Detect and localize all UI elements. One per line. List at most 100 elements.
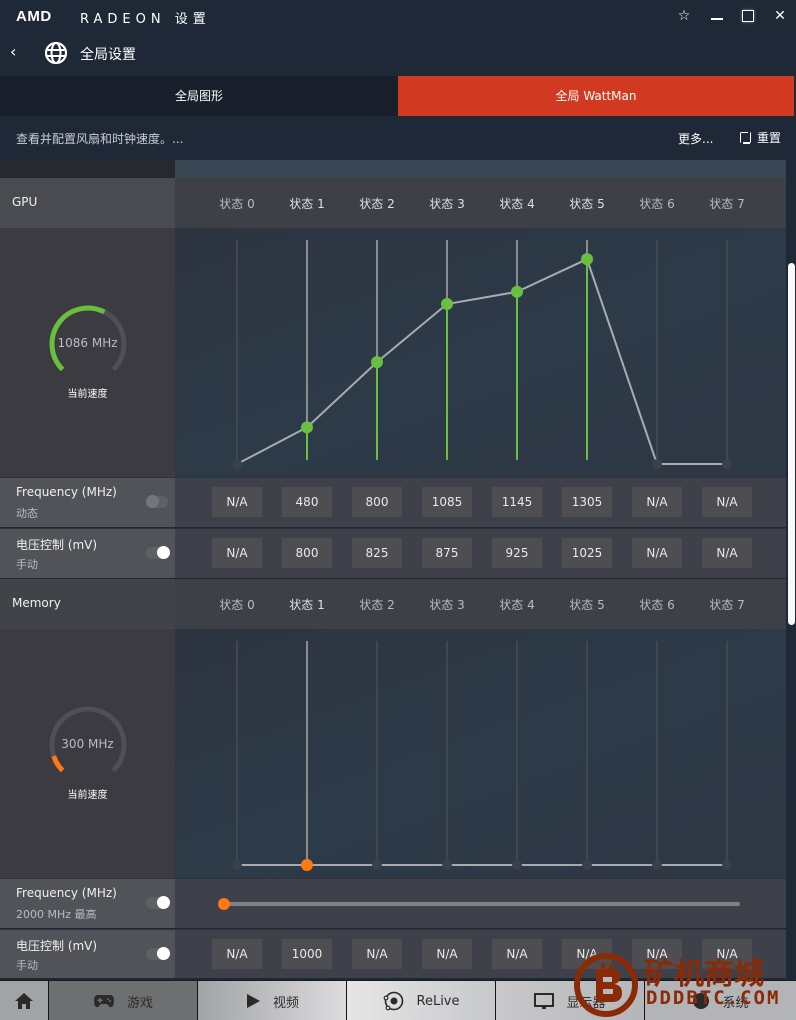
gpu-state-point-1[interactable] [301,421,313,434]
play-icon [246,994,260,1008]
memory-voltage-label: 电压控制 (mV) [16,939,98,953]
memory-voltage-value-cell-6[interactable]: N/A [632,939,682,969]
memory-state-label-3: 状态 3 [429,598,465,612]
gpu-state-point-3[interactable] [441,298,453,311]
memory-state-label-0: 状态 0 [219,598,255,612]
nav-display[interactable]: 显示器 [496,981,645,1020]
gpu-section-title: GPU [12,195,38,209]
gpu-frequency-value-cell-2[interactable]: 800 [352,487,402,517]
memory-voltage-row: 电压控制 (mV) 手动 N/A 1000 N/A N/A N/A N/A N/A N/A [0,929,786,978]
nav-display-label: 显示器 [566,995,606,1011]
gpu-voltage-value-cell-5[interactable]: 1025 [562,538,612,568]
gamepad-icon [93,995,114,1008]
gpu-state-point-5[interactable] [581,253,593,266]
gpu-state-point-4[interactable] [511,285,523,298]
nav-video[interactable]: 视频 [198,981,347,1020]
nav-system[interactable]: 系统 [645,981,796,1020]
memory-state-point-0 [232,860,242,870]
more-link[interactable]: 更多... [678,130,713,147]
memory-state-point-3 [442,860,452,870]
gpu-frequency-value-cell-1[interactable]: 480 [282,487,332,517]
gpu-chart-row: 1086 MHz 当前速度 [0,228,786,477]
home-icon [15,993,33,1009]
nav-relive-label: ReLive [416,993,460,1009]
gpu-voltage-value-cell-0[interactable]: N/A [212,538,262,568]
gpu-state-label-1: 状态 1 [289,197,325,211]
gpu-voltage-toggle[interactable] [146,546,170,559]
close-icon[interactable]: ✕ [770,6,790,26]
wattman-content: GPU 状态 0 状态 1 状态 2 状态 3 状态 4 状态 5 状态 6 状态 7 108… [0,160,786,978]
gpu-frequency-toggle[interactable] [146,495,168,508]
memory-voltage-value-cell-3[interactable]: N/A [422,939,472,969]
tab-global-wattman[interactable]: 全局 WattMan [398,76,794,116]
memory-voltage-toggle[interactable] [146,947,170,960]
gpu-frequency-line [236,257,727,465]
memory-gauge-fill [51,755,65,773]
tab-bar: 全局图形 全局 WattMan [0,76,796,116]
app-title: RADEON 设置 [80,12,211,27]
memory-frequency-mode: 2000 MHz 最高 [16,908,97,921]
gpu-voltage-value-cell-7[interactable]: N/A [702,538,752,568]
memory-state-label-7: 状态 7 [709,598,745,612]
gpu-header-row: GPU 状态 0 状态 1 状态 2 状态 3 状态 4 状态 5 状态 6 状态 7 [0,178,786,228]
gpu-voltage-value-cell-2[interactable]: 825 [352,538,402,568]
memory-current-speed: 300 MHz [61,737,114,751]
gpu-frequency-value-cell-5[interactable]: 1305 [562,487,612,517]
memory-state-label-4: 状态 4 [499,598,535,612]
memory-voltage-value-cell-4[interactable]: N/A [492,939,542,969]
gpu-frequency-value-cell-3[interactable]: 1085 [422,487,472,517]
monitor-icon [534,992,555,1009]
gpu-state-point-2[interactable] [371,356,383,369]
memory-state-label-6: 状态 6 [639,598,675,612]
memory-frequency-toggle[interactable] [146,896,170,909]
memory-voltage-value-cell-5[interactable]: N/A [562,939,612,969]
chevron-left-icon[interactable]: ‹ [10,42,16,61]
reset-icon [740,131,751,144]
globe-icon [44,41,68,65]
minimize-icon[interactable] [707,6,727,26]
memory-state-chart [232,641,732,871]
gpu-voltage-value-cell-6[interactable]: N/A [632,538,682,568]
sub-bar: 查看并配置风扇和时钟速度。... 更多... 重置 [0,116,796,160]
memory-state-label-2: 状态 2 [359,598,395,612]
gpu-state-point-0 [232,459,242,469]
page-title: 全局设置 [80,47,136,63]
memory-voltage-value-cell-7[interactable]: N/A [702,939,752,969]
gpu-frequency-value-cell-4[interactable]: 1145 [492,487,542,517]
gpu-frequency-value-cell-7[interactable]: N/A [702,487,752,517]
amd-logo: AMD [16,8,52,25]
gpu-state-chart [232,240,732,469]
gpu-frequency-value-cell-0[interactable]: N/A [212,487,262,517]
gpu-voltage-value-cell-4[interactable]: 925 [492,538,542,568]
gpu-state-label-3: 状态 3 [429,197,465,211]
memory-voltage-value-cell-0[interactable]: N/A [212,939,262,969]
tab-global-graphics[interactable]: 全局图形 [0,76,398,116]
star-icon[interactable]: ☆ [674,6,694,26]
nav-games[interactable]: 游戏 [49,981,198,1020]
memory-state-point-2 [372,860,382,870]
system-icon [693,993,710,1009]
memory-frequency-slider[interactable] [218,898,740,910]
reset-button[interactable]: 重置 [740,129,781,146]
gpu-state-label-0: 状态 0 [219,197,255,211]
memory-state-point-7 [722,860,732,870]
nav-relive[interactable]: ReLive [347,981,496,1020]
nav-home[interactable] [0,981,49,1020]
relive-icon [383,991,403,1011]
gpu-frequency-value-cell-6[interactable]: N/A [632,487,682,517]
scrollbar[interactable] [788,263,795,625]
memory-frequency-slider-thumb[interactable] [218,898,230,910]
memory-frequency-label: Frequency (MHz) [16,886,117,900]
gpu-voltage-row: 电压控制 (mV) 手动 N/A 800 825 875 925 1025 N/A N/A [0,528,786,578]
memory-voltage-value-cell-1[interactable]: 1000 [282,939,332,969]
memory-state-point-4 [512,860,522,870]
gpu-voltage-value-cell-3[interactable]: 875 [422,538,472,568]
gpu-voltage-value-cell-1[interactable]: 800 [282,538,332,568]
nav-games-label: 游戏 [126,995,153,1011]
maximize-icon[interactable] [738,6,758,26]
memory-state-label-5: 状态 5 [569,598,605,612]
memory-state-point-1[interactable] [301,859,313,871]
bottom-nav: 游戏 视频 ReLive 显示器 系统 [0,980,796,1020]
memory-voltage-value-cell-2[interactable]: N/A [352,939,402,969]
memory-state-label-1: 状态 1 [289,598,325,612]
